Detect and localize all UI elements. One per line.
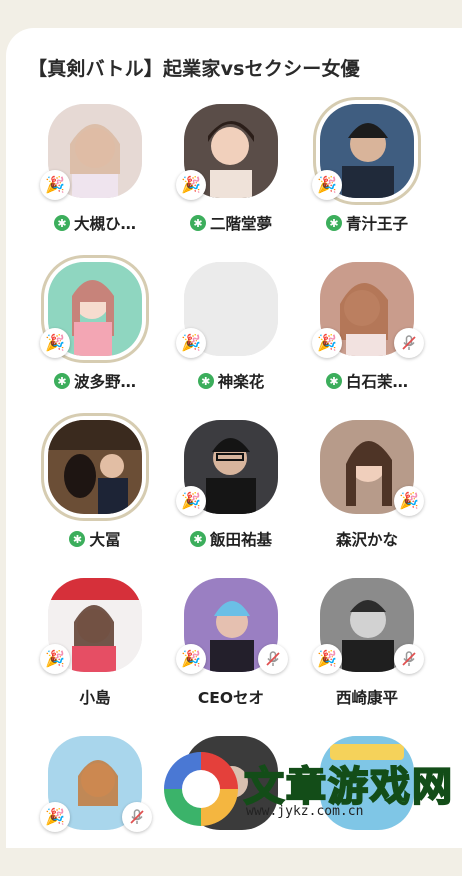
- party-popper-icon: 🎉: [40, 328, 70, 358]
- speaker-name: CEOセオ: [197, 689, 265, 707]
- speaker-name: 波多野…: [73, 373, 136, 391]
- speaker-name: 大槻ひ…: [73, 215, 136, 233]
- moderator-asterisk-icon: ✱: [189, 531, 206, 547]
- mic-off-icon: [122, 802, 152, 832]
- speaker-tile[interactable]: 🎉 ✱ 青汁王子: [302, 104, 432, 244]
- speaker-tile[interactable]: 🎉: [30, 736, 160, 876]
- watermark-url: www.jykz.com.cn: [246, 804, 364, 819]
- party-popper-icon: 🎉: [312, 328, 342, 358]
- moderator-asterisk-icon: ✱: [69, 531, 86, 547]
- moderator-asterisk-icon: ✱: [189, 215, 206, 231]
- party-popper-icon: 🎉: [176, 644, 206, 674]
- speaker-name: 大冨: [89, 531, 121, 549]
- party-popper-icon: 🎉: [312, 644, 342, 674]
- mic-off-icon: [394, 328, 424, 358]
- speaker-tile[interactable]: 🎉 ✱ 波多野…: [30, 262, 160, 402]
- speaker-grid: 🎉 ✱ 大槻ひ… 🎉 ✱ 二階堂夢 🎉 ✱ 青汁王子 🎉 ✱ 波多野… 🎉 ✱ …: [0, 0, 462, 832]
- speaker-tile[interactable]: 🎉 ✱ 白石茉…: [302, 262, 432, 402]
- party-popper-icon: 🎉: [394, 486, 424, 516]
- speaker-tile[interactable]: 🎉 CEOセオ: [166, 578, 296, 718]
- watermark: 文章游戏网 www.jykz.com.cn: [160, 748, 460, 827]
- speaker-name: 白石茉…: [345, 373, 408, 391]
- speaker-tile[interactable]: 🎉 ✱ 飯田祐基: [166, 420, 296, 560]
- moderator-asterisk-icon: ✱: [325, 373, 342, 389]
- speaker-name: 飯田祐基: [209, 531, 272, 549]
- speaker-tile[interactable]: 🎉 ✱ 大槻ひ…: [30, 104, 160, 244]
- party-popper-icon: 🎉: [40, 644, 70, 674]
- party-popper-icon: 🎉: [176, 170, 206, 200]
- speaker-name: 神楽花: [217, 373, 265, 391]
- speaker-name: 二階堂夢: [209, 215, 272, 233]
- moderator-asterisk-icon: ✱: [325, 215, 342, 231]
- mic-off-icon: [394, 644, 424, 674]
- speaker-tile[interactable]: 🎉 西崎康平: [302, 578, 432, 718]
- party-popper-icon: 🎉: [312, 170, 342, 200]
- watermark-logo-icon: [164, 752, 238, 826]
- moderator-asterisk-icon: ✱: [53, 373, 70, 389]
- speaker-tile[interactable]: 🎉 森沢かな: [302, 420, 432, 560]
- speaker-tile[interactable]: ✱ 大冨: [30, 420, 160, 560]
- party-popper-icon: 🎉: [40, 802, 70, 832]
- party-popper-icon: 🎉: [40, 170, 70, 200]
- speaker-name: 森沢かな: [335, 531, 398, 549]
- moderator-asterisk-icon: ✱: [53, 215, 70, 231]
- party-popper-icon: 🎉: [176, 486, 206, 516]
- speaker-tile[interactable]: 🎉 小島: [30, 578, 160, 718]
- speaker-tile[interactable]: 🎉 ✱ 神楽花: [166, 262, 296, 402]
- speaker-name: 西崎康平: [335, 689, 398, 707]
- party-popper-icon: 🎉: [176, 328, 206, 358]
- moderator-asterisk-icon: ✱: [197, 373, 214, 389]
- mic-off-icon: [258, 644, 288, 674]
- speaker-tile[interactable]: 🎉 ✱ 二階堂夢: [166, 104, 296, 244]
- speaker-name: 小島: [79, 689, 111, 707]
- avatar[interactable]: [48, 420, 142, 514]
- speaker-name: 青汁王子: [345, 215, 408, 233]
